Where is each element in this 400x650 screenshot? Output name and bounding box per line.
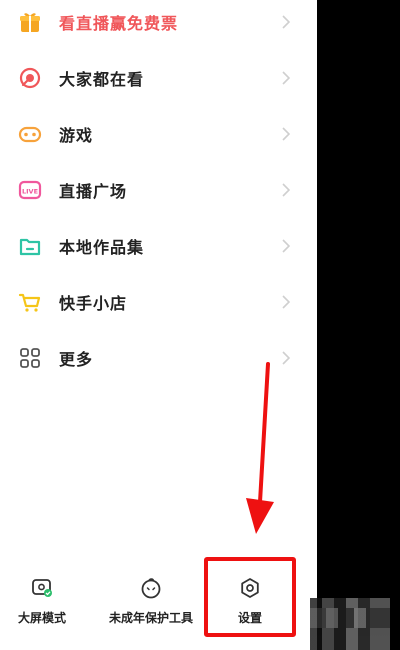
menu-item-popular[interactable]: 大家都在看 — [0, 50, 317, 106]
settings-highlight-box — [204, 557, 296, 637]
minor-protection-button[interactable]: 未成年保护工具 — [100, 577, 202, 637]
child-face-icon — [140, 577, 162, 599]
grid-more-icon — [18, 346, 42, 370]
minor-protection-label: 未成年保护工具 — [108, 611, 193, 625]
popular-watch-icon — [18, 66, 42, 90]
folder-icon — [18, 234, 42, 258]
chevron-right-icon — [281, 295, 291, 309]
large-screen-label: 大屏模式 — [17, 611, 66, 625]
svg-text:LIVE: LIVE — [22, 188, 38, 196]
chevron-right-icon — [281, 15, 291, 29]
chevron-right-icon — [281, 183, 291, 197]
menu-item-label: 看直播赢免费票 — [59, 14, 179, 33]
chevron-right-icon — [281, 127, 291, 141]
shopping-cart-icon — [18, 290, 42, 314]
blurred-watermark — [310, 598, 390, 650]
menu-item-label: 直播广场 — [59, 182, 128, 201]
live-tv-icon: LIVE — [18, 178, 42, 202]
menu-item-label: 更多 — [59, 350, 94, 369]
gift-icon — [18, 10, 42, 34]
menu-item-live-free-tickets[interactable]: 看直播赢免费票 — [0, 0, 317, 50]
menu-item-games[interactable]: 游戏 — [0, 106, 317, 162]
side-drawer: 看直播赢免费票 大家都在看 游戏 LIVE 直播广场 本地作品集 快手小店 更多… — [0, 0, 317, 650]
large-screen-icon — [31, 577, 53, 599]
gamepad-icon — [18, 122, 42, 146]
chevron-right-icon — [281, 239, 291, 253]
menu-item-live-square[interactable]: LIVE 直播广场 — [0, 162, 317, 218]
annotation-arrow — [246, 362, 274, 534]
menu-item-local-works[interactable]: 本地作品集 — [0, 218, 317, 274]
chevron-right-icon — [281, 71, 291, 85]
menu-item-label: 游戏 — [59, 126, 94, 145]
large-screen-mode-button[interactable]: 大屏模式 — [6, 577, 78, 637]
menu-item-label: 快手小店 — [59, 294, 128, 313]
menu-item-label: 大家都在看 — [59, 70, 145, 89]
menu-item-label: 本地作品集 — [59, 238, 145, 257]
menu-item-kuaishou-shop[interactable]: 快手小店 — [0, 274, 317, 330]
